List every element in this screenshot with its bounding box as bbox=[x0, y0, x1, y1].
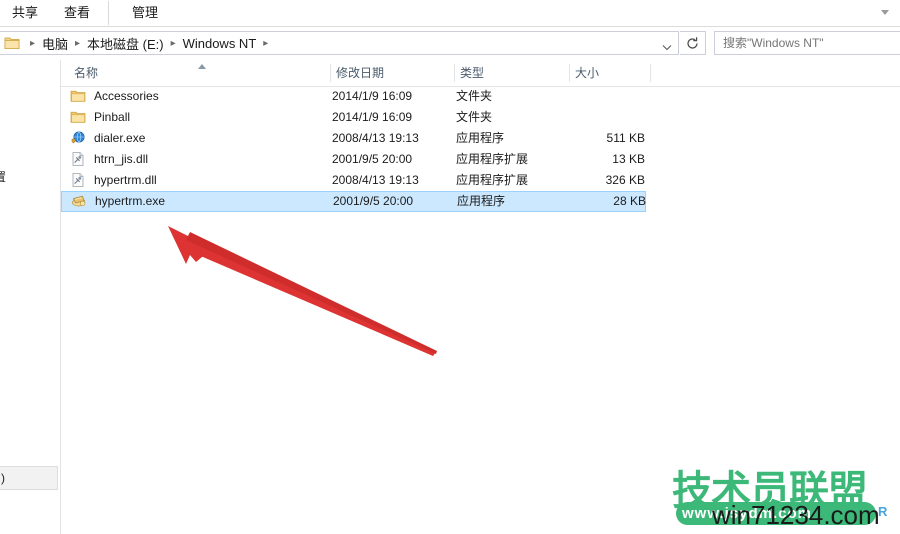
file-size: 28 KB bbox=[613, 194, 646, 208]
ribbon-tab-manage[interactable]: 管理 bbox=[126, 2, 164, 24]
file-name: hypertrm.exe bbox=[95, 194, 166, 208]
dll-icon bbox=[70, 151, 88, 167]
file-size: 13 KB bbox=[612, 152, 645, 166]
column-divider[interactable] bbox=[330, 64, 331, 82]
table-row[interactable]: Accessories 2014/1/9 16:09 文件夹 bbox=[61, 86, 646, 107]
watermark-registered-mark: R bbox=[878, 504, 888, 519]
navigation-pane: 位置 :) :) ) ) bbox=[0, 60, 61, 534]
address-bar[interactable]: ▸ 电脑 ▸ 本地磁盘 (E:) ▸ Windows NT ▸ bbox=[0, 31, 679, 55]
refresh-button[interactable] bbox=[680, 31, 706, 55]
address-history-dropdown[interactable] bbox=[657, 37, 677, 59]
column-divider[interactable] bbox=[569, 64, 570, 82]
breadcrumb-separator: ▸ bbox=[75, 37, 81, 49]
column-header-type[interactable]: 类型 bbox=[460, 60, 484, 86]
breadcrumb: ▸ 电脑 ▸ 本地磁盘 (E:) ▸ Windows NT ▸ bbox=[26, 32, 272, 54]
file-size: 326 KB bbox=[605, 173, 645, 187]
table-row[interactable]: dialer.exe 2008/4/13 19:13 应用程序 511 KB bbox=[61, 128, 646, 149]
file-type: 应用程序扩展 bbox=[456, 173, 529, 187]
file-date-modified: 2001/9/5 20:00 bbox=[333, 194, 414, 208]
table-row-selected[interactable]: hypertrm.exe 2001/9/5 20:00 应用程序 28 KB bbox=[61, 191, 646, 212]
column-divider[interactable] bbox=[650, 64, 651, 82]
column-header-size[interactable]: 大小 bbox=[575, 60, 599, 86]
file-date-modified: 2001/9/5 20:00 bbox=[332, 152, 413, 166]
file-type: 应用程序扩展 bbox=[456, 152, 529, 166]
breadcrumb-separator[interactable]: ▸ bbox=[259, 38, 272, 49]
dll-icon bbox=[70, 172, 88, 188]
nav-item-fragment-drive-3[interactable]: ) bbox=[0, 466, 58, 490]
column-header-row: 名称 修改日期 类型 大小 bbox=[61, 60, 900, 87]
file-name: Pinball bbox=[94, 110, 131, 124]
file-name: htrn_jis.dll bbox=[94, 152, 149, 166]
file-explorer-window: 共享 查看 管理 ▸ 电脑 ▸ 本地磁盘 (E:) ▸ Windows NT ▸… bbox=[0, 0, 900, 534]
folder-icon bbox=[70, 88, 88, 104]
ribbon-tab-bar: 共享 查看 管理 bbox=[0, 0, 900, 27]
file-date-modified: 2008/4/13 19:13 bbox=[332, 131, 419, 145]
watermark-overlay-text: win71234.com bbox=[712, 500, 880, 530]
ribbon-divider bbox=[108, 1, 109, 25]
file-type: 应用程序 bbox=[456, 131, 505, 145]
file-name: hypertrm.dll bbox=[94, 173, 157, 187]
file-size bbox=[561, 107, 645, 127]
breadcrumb-item-windows-nt[interactable]: Windows NT bbox=[180, 36, 260, 51]
app-exe-icon bbox=[71, 193, 89, 209]
folder-icon bbox=[70, 109, 88, 125]
file-type: 应用程序 bbox=[457, 194, 506, 208]
breadcrumb-separator: ▸ bbox=[170, 37, 176, 49]
nav-item-fragment-location[interactable]: 位置 bbox=[0, 168, 6, 185]
file-size: 511 KB bbox=[606, 131, 645, 145]
file-type: 文件夹 bbox=[456, 110, 493, 124]
column-header-date-modified[interactable]: 修改日期 bbox=[336, 60, 384, 86]
globe-exe-icon bbox=[70, 130, 88, 146]
sort-ascending-icon bbox=[197, 63, 207, 71]
folder-icon bbox=[4, 35, 22, 51]
file-name: Accessories bbox=[94, 89, 159, 103]
address-bar-row: ▸ 电脑 ▸ 本地磁盘 (E:) ▸ Windows NT ▸ 搜索"Windo… bbox=[0, 27, 900, 60]
file-type: 文件夹 bbox=[456, 89, 493, 103]
file-rows: Accessories 2014/1/9 16:09 文件夹 Pinball 2… bbox=[61, 86, 900, 212]
column-divider[interactable] bbox=[454, 64, 455, 82]
file-date-modified: 2008/4/13 19:13 bbox=[332, 173, 419, 187]
search-input[interactable]: 搜索"Windows NT" bbox=[714, 31, 900, 55]
ribbon-tab-view[interactable]: 查看 bbox=[58, 2, 96, 24]
site-watermark: 技术员联盟 www.jsydm.com win71234.com R bbox=[672, 458, 900, 534]
breadcrumb-item-local-disk-e[interactable]: 本地磁盘 (E:) bbox=[84, 34, 167, 53]
file-date-modified: 2014/1/9 16:09 bbox=[332, 110, 413, 124]
file-size bbox=[561, 86, 645, 106]
breadcrumb-separator: ▸ bbox=[29, 37, 36, 49]
file-date-modified: 2014/1/9 16:09 bbox=[332, 89, 413, 103]
table-row[interactable]: hypertrm.dll 2008/4/13 19:13 应用程序扩展 326 … bbox=[61, 170, 646, 191]
ribbon-tab-share[interactable]: 共享 bbox=[6, 2, 44, 24]
chevron-down-icon[interactable] bbox=[878, 4, 894, 20]
table-row[interactable]: Pinball 2014/1/9 16:09 文件夹 bbox=[61, 107, 646, 128]
table-row[interactable]: htrn_jis.dll 2001/9/5 20:00 应用程序扩展 13 KB bbox=[61, 149, 646, 170]
column-header-name[interactable]: 名称 bbox=[74, 60, 98, 86]
breadcrumb-item-computer[interactable]: 电脑 bbox=[39, 34, 71, 53]
file-name: dialer.exe bbox=[94, 131, 146, 145]
search-placeholder: 搜索"Windows NT" bbox=[723, 36, 824, 50]
